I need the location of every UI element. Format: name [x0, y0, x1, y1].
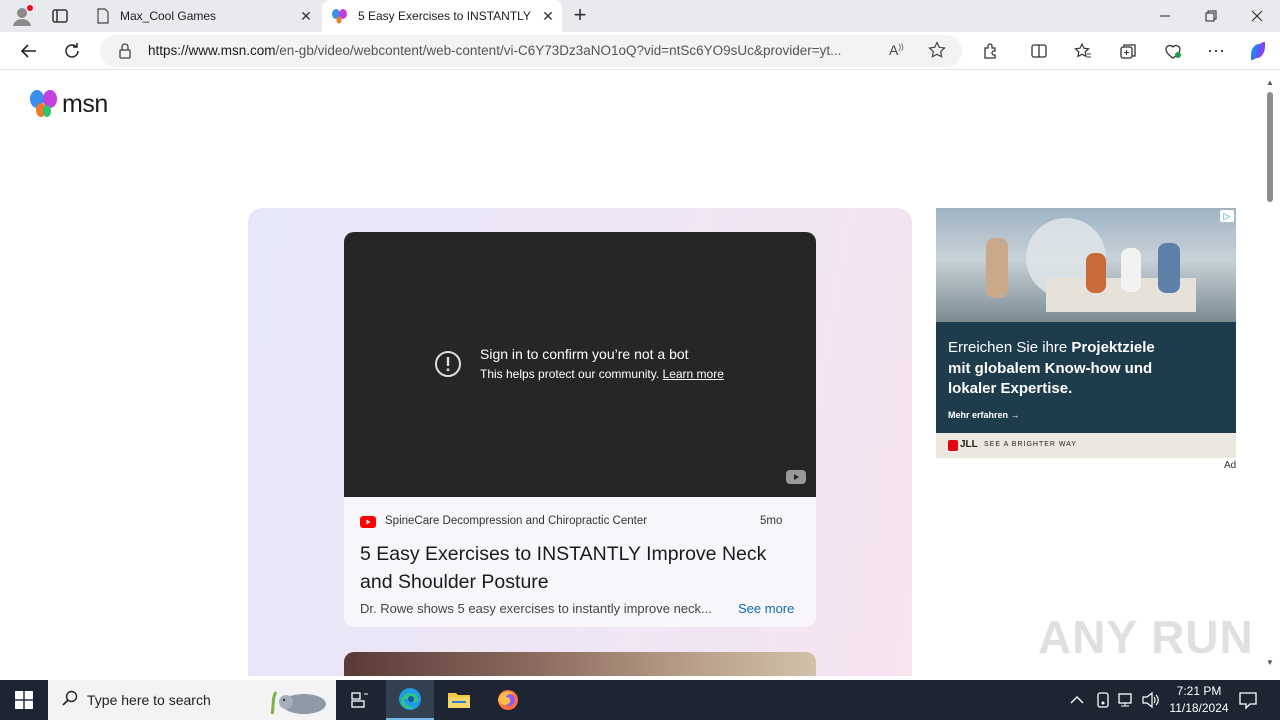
minimize-button[interactable]: [1142, 0, 1188, 32]
collections-icon[interactable]: [1113, 36, 1143, 66]
tab-title: Max_Cool Games: [120, 9, 217, 23]
ad-body[interactable]: Erreichen Sie ihre Projektziele mit glob…: [936, 322, 1236, 433]
clock[interactable]: 7:21 PM 11/18/2024: [1160, 683, 1238, 717]
advertisement[interactable]: ▷ Erreichen Sie ihre Projektziele mit gl…: [936, 208, 1236, 471]
bot-check-body: This helps protect our community. Learn …: [480, 367, 724, 381]
tab-actions-icon[interactable]: [50, 6, 70, 26]
taskbar: Type here to search 7:21 PM 11/18/2024: [0, 680, 1280, 720]
ad-headline-prefix: Erreichen Sie ihre: [948, 339, 1072, 356]
file-explorer-icon[interactable]: [435, 680, 483, 720]
ad-choices-icon[interactable]: ▷: [1220, 210, 1234, 222]
video-info-card: SpineCare Decompression and Chiropractic…: [344, 497, 816, 627]
browser-toolbar: https://www.msn.com/en-gb/video/webconte…: [0, 32, 1280, 70]
ad-headline: Erreichen Sie ihre Projektziele mit glob…: [948, 338, 1178, 400]
anyrun-watermark: ANY RUN: [1038, 610, 1254, 664]
logo-text: msn: [62, 89, 108, 118]
close-icon[interactable]: ✕: [292, 8, 320, 25]
new-tab-button[interactable]: +: [568, 4, 592, 28]
split-screen-icon[interactable]: [1024, 36, 1054, 66]
bot-check-body-text: This helps protect our community.: [480, 367, 660, 381]
search-icon: [62, 690, 78, 711]
clock-time: 7:21 PM: [1176, 684, 1222, 698]
task-view-icon[interactable]: [336, 680, 384, 720]
volume-icon[interactable]: [1142, 691, 1160, 713]
clock-date: 11/18/2024: [1169, 701, 1229, 715]
alert-icon: [434, 350, 462, 383]
video-description: Dr. Rowe shows 5 easy exercises to insta…: [360, 601, 712, 616]
youtube-logo-icon[interactable]: [786, 470, 806, 489]
ad-image-person: [1158, 243, 1180, 293]
profile-icon[interactable]: [10, 4, 34, 28]
device-icon[interactable]: [1096, 691, 1110, 714]
video-title[interactable]: 5 Easy Exercises to INSTANTLY Improve Ne…: [360, 540, 800, 596]
url-text[interactable]: https://www.msn.com/en-gb/video/webconte…: [148, 43, 876, 58]
restore-button[interactable]: [1188, 0, 1234, 32]
browser-essentials-icon[interactable]: [1158, 36, 1188, 66]
source-name[interactable]: SpineCare Decompression and Chiropractic…: [385, 515, 647, 527]
taskbar-search[interactable]: Type here to search: [48, 680, 336, 720]
copilot-icon[interactable]: [1243, 36, 1273, 66]
see-more-link[interactable]: See more: [738, 601, 794, 616]
notifications-icon[interactable]: [1238, 690, 1258, 715]
page-icon: [86, 8, 120, 24]
publish-age: 5mo: [760, 515, 783, 527]
network-icon[interactable]: [1118, 692, 1136, 713]
page-scrollbar[interactable]: ▲ ▼: [1262, 70, 1280, 676]
firefox-icon[interactable]: [484, 680, 532, 720]
ad-tagline: SEE A BRIGHTER WAY: [984, 441, 1078, 448]
ad-image-person: [1086, 253, 1106, 293]
video-hero: Sign in to confirm you’re not a bot This…: [248, 208, 912, 676]
favorite-star-icon[interactable]: [928, 41, 946, 62]
address-bar[interactable]: https://www.msn.com/en-gb/video/webconte…: [100, 35, 962, 67]
lock-icon[interactable]: [118, 43, 132, 62]
jll-logo-icon: [948, 440, 958, 451]
settings-more-icon[interactable]: ⋯: [1201, 36, 1231, 66]
close-icon[interactable]: ✕: [534, 8, 562, 25]
edge-taskbar-icon[interactable]: [386, 680, 434, 720]
msn-butterfly-icon: [30, 90, 57, 117]
tab-msn-video[interactable]: 5 Easy Exercises to INSTANTLY Im ✕: [322, 0, 562, 32]
ad-footer: JLL SEE A BRIGHTER WAY: [936, 433, 1236, 458]
ad-label: Ad: [1224, 460, 1237, 471]
read-aloud-icon[interactable]: A)): [889, 42, 904, 58]
search-highlight-image: [266, 684, 330, 723]
bot-check-title: Sign in to confirm you’re not a bot: [480, 346, 689, 362]
video-player[interactable]: Sign in to confirm you’re not a bot This…: [344, 232, 816, 497]
back-button[interactable]: [14, 36, 44, 66]
scroll-thumb[interactable]: [1267, 92, 1273, 202]
refresh-button[interactable]: [57, 36, 87, 66]
close-window-button[interactable]: [1234, 0, 1280, 32]
msn-logo[interactable]: msn: [28, 88, 108, 120]
page-content: msn Sign in to confirm you’re not a bot …: [4, 70, 1262, 676]
watermark-text: ANY RUN: [1038, 611, 1254, 663]
scroll-down-icon[interactable]: ▼: [1266, 658, 1274, 667]
learn-more-link[interactable]: Learn more: [663, 367, 724, 381]
msn-butterfly-icon: [322, 8, 358, 24]
ad-image-person: [986, 238, 1008, 298]
ad-brand: JLL: [960, 439, 978, 450]
tab-strip: Max_Cool Games ✕ 5 Easy Exercises to INS…: [0, 0, 1280, 32]
start-button[interactable]: [0, 680, 48, 720]
ad-image[interactable]: ▷: [936, 208, 1236, 322]
ad-cta[interactable]: Mehr erfahren →: [948, 410, 1020, 420]
search-placeholder: Type here to search: [87, 692, 211, 708]
scroll-up-icon[interactable]: ▲: [1266, 78, 1274, 87]
favorites-icon[interactable]: [1068, 36, 1098, 66]
show-hidden-icons-icon[interactable]: [1070, 692, 1084, 710]
tab-title: 5 Easy Exercises to INSTANTLY Im: [358, 9, 534, 23]
extensions-icon[interactable]: [976, 36, 1006, 66]
ad-image-person: [1121, 248, 1141, 292]
youtube-icon: [360, 515, 376, 533]
url-host: https://www.msn.com: [148, 43, 276, 58]
url-path: /en-gb/video/webcontent/web-content/vi-C…: [275, 43, 842, 58]
next-video-thumbnail[interactable]: [344, 652, 816, 676]
tab-max-cool-games[interactable]: Max_Cool Games ✕: [86, 0, 320, 32]
